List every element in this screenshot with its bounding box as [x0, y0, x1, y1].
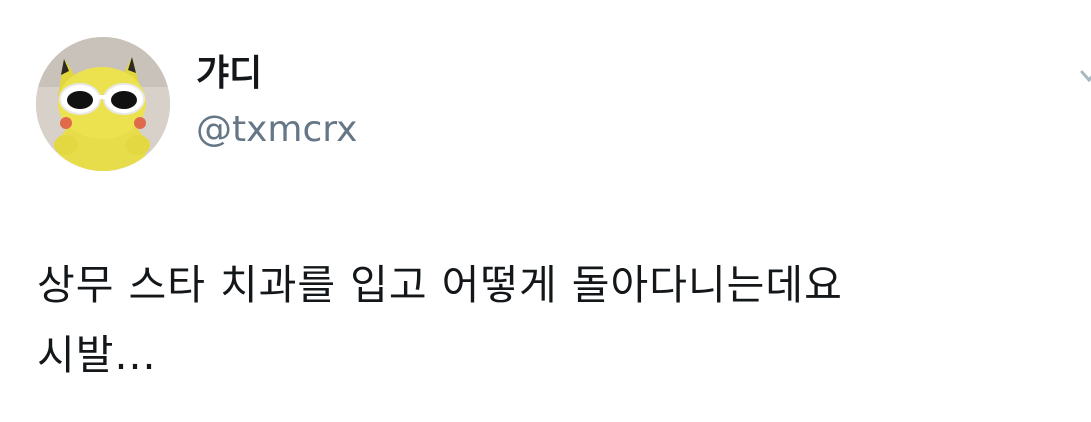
display-name[interactable]: 갸디 — [196, 52, 262, 96]
user-handle[interactable]: @txmcrx — [196, 108, 357, 152]
avatar-image — [36, 37, 170, 171]
tweet-text-line-2: 시발... — [37, 331, 157, 379]
avatar[interactable] — [36, 37, 170, 171]
tweet-card: 갸디 @txmcrx 상무 스타 치과를 입고 어떻게 돌아다니는데요 시발..… — [0, 0, 1091, 422]
chevron-down-icon[interactable] — [1080, 68, 1091, 83]
tweet-text-line-1: 상무 스타 치과를 입고 어떻게 돌아다니는데요 — [37, 261, 843, 309]
tweet-text: 상무 스타 치과를 입고 어떻게 돌아다니는데요 시발... — [37, 250, 1057, 390]
